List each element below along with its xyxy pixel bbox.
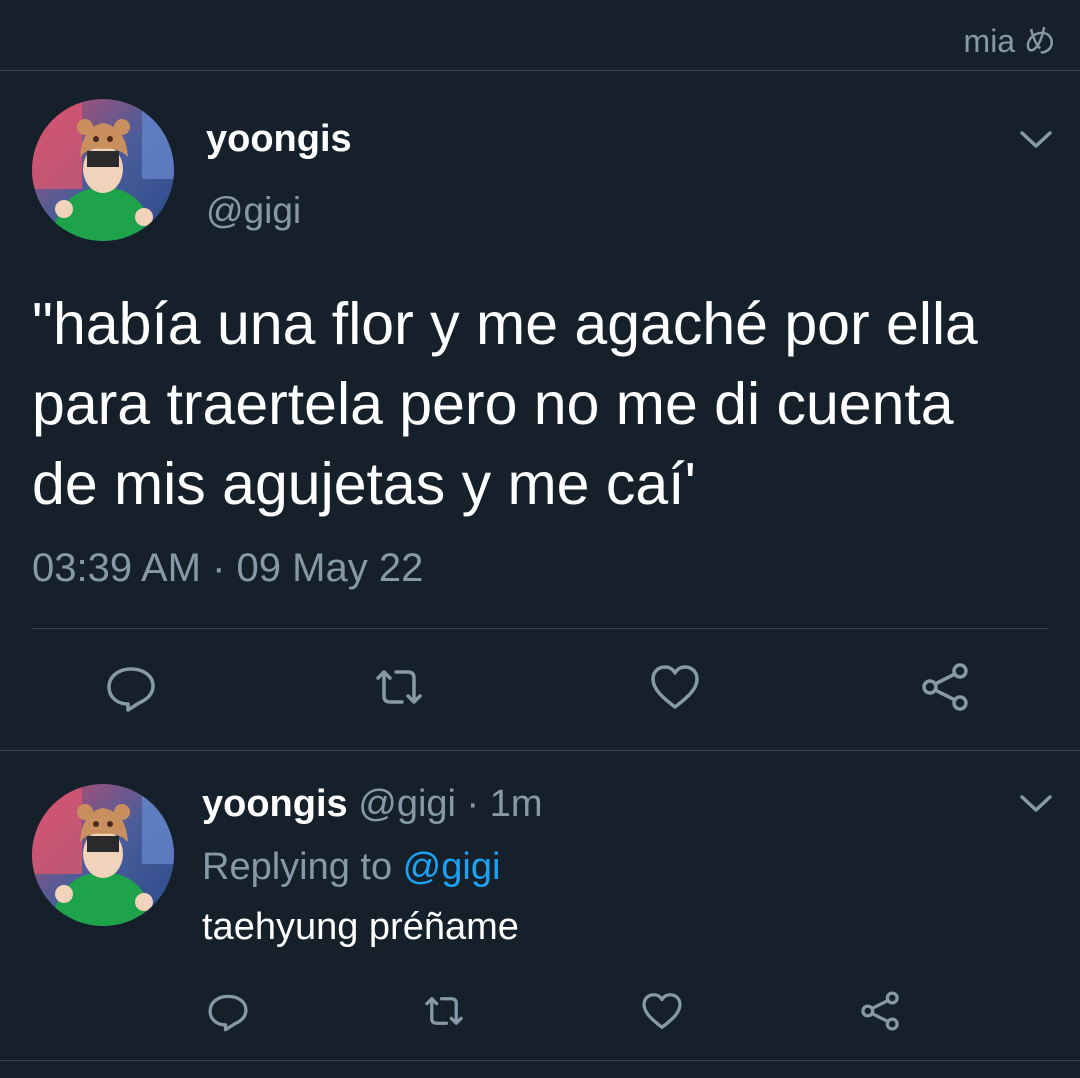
handle-and-time: @gigi · 1m <box>347 783 543 825</box>
like-icon[interactable] <box>648 660 702 714</box>
display-name[interactable]: yoongis <box>202 783 348 825</box>
display-name[interactable]: yoongis <box>206 118 352 161</box>
divider <box>0 750 1080 751</box>
chevron-down-icon[interactable] <box>1018 792 1054 816</box>
handle[interactable]: @gigi <box>206 190 301 232</box>
share-icon[interactable] <box>858 989 902 1033</box>
top-bar-label: mia め <box>963 23 1056 59</box>
divider <box>32 628 1048 629</box>
replying-to: Replying to @gigi <box>202 846 500 889</box>
reply-icon[interactable] <box>104 660 158 714</box>
reply-header: yoongis @gigi · 1m <box>202 783 543 826</box>
chevron-down-icon[interactable] <box>1018 128 1054 152</box>
retweet-icon[interactable] <box>422 989 466 1033</box>
divider <box>0 1060 1080 1061</box>
reply-text: taehyung préñame <box>202 906 519 948</box>
retweet-icon[interactable] <box>372 660 426 714</box>
share-icon[interactable] <box>918 660 972 714</box>
replying-to-link[interactable]: @gigi <box>403 846 501 888</box>
avatar[interactable] <box>32 99 174 241</box>
like-icon[interactable] <box>640 989 684 1033</box>
tweet-timestamp: 03:39 AM · 09 May 22 <box>32 546 424 590</box>
avatar[interactable] <box>32 784 174 926</box>
reply-icon[interactable] <box>206 989 250 1033</box>
tweet-text: "había una flor y me agaché por ella par… <box>32 291 978 517</box>
replying-to-label: Replying to <box>202 846 403 888</box>
top-bar: mia め <box>0 0 1080 71</box>
